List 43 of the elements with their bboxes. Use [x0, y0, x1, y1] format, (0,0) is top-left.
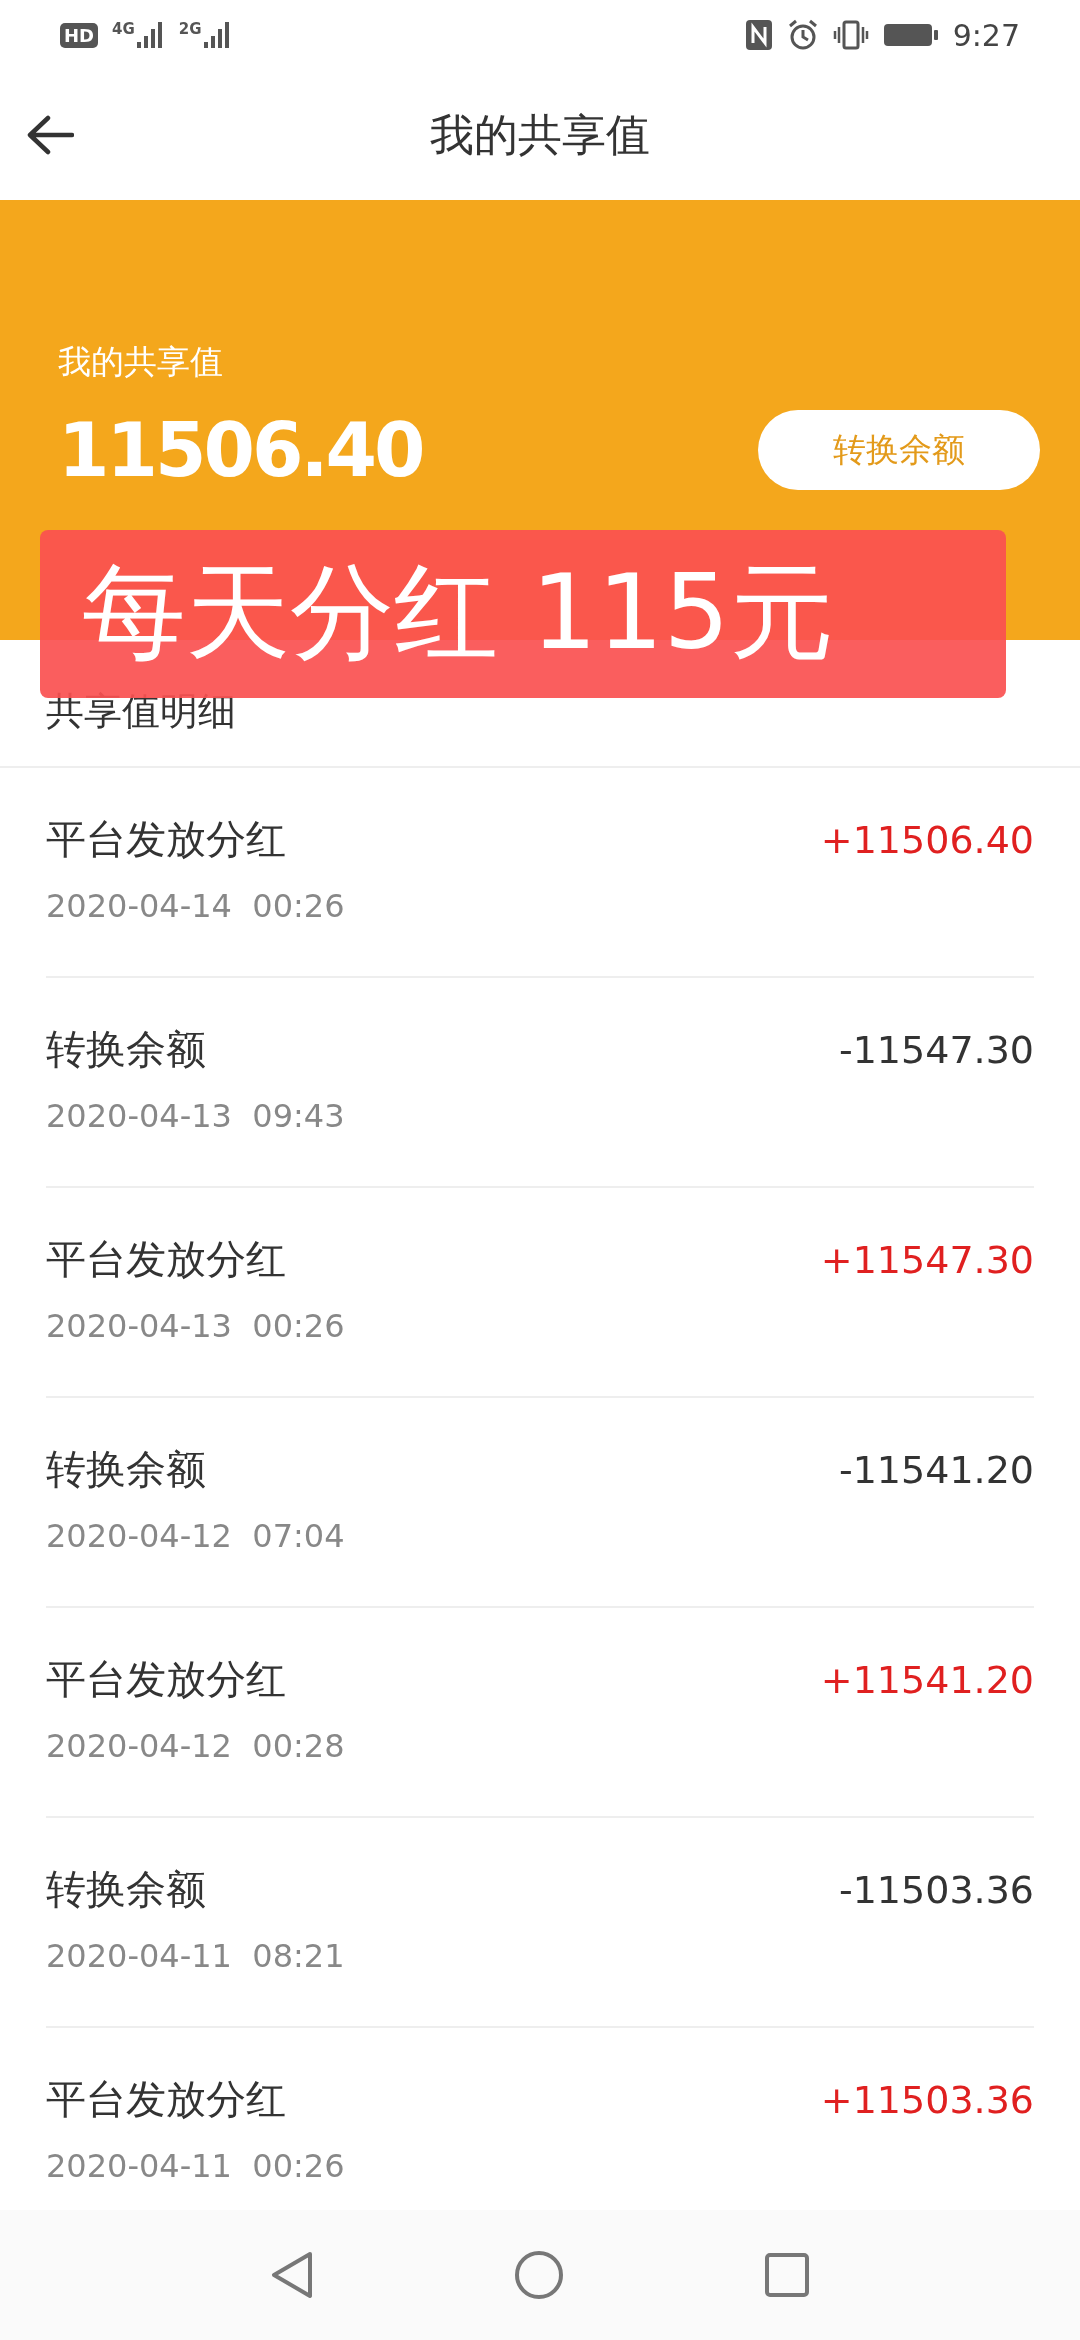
clock-time: 9:27 [952, 17, 1020, 53]
home-nav-button[interactable] [514, 2250, 564, 2300]
back-arrow-icon [26, 115, 74, 155]
circle-icon [514, 2250, 564, 2300]
nfc-icon [744, 19, 773, 51]
record-time: 2020-04-12 07:04 [46, 1517, 345, 1555]
convert-button[interactable]: 转换余额 [758, 410, 1040, 490]
record-title: 转换余额 [46, 1865, 207, 1914]
vibrate-icon [832, 19, 869, 51]
square-icon [764, 2252, 810, 2298]
record-amount: +11503.36 [820, 2078, 1034, 2122]
signal-icon [134, 20, 165, 50]
record-amount: +11547.30 [820, 1238, 1034, 1282]
network-label: 2G [178, 20, 202, 38]
record-time: 2020-04-13 09:43 [46, 1097, 345, 1135]
back-nav-button[interactable] [270, 2250, 314, 2300]
alarm-icon [786, 19, 819, 51]
record-time: 2020-04-14 00:26 [46, 887, 345, 925]
page-title: 我的共享值 [430, 107, 650, 162]
back-button[interactable] [26, 115, 74, 155]
record-amount: -11503.36 [838, 1868, 1034, 1912]
record-amount: -11541.20 [838, 1448, 1034, 1492]
record-amount: +11506.40 [820, 818, 1034, 862]
balance-value: 11506.40 [58, 407, 423, 493]
balance-label: 我的共享值 [58, 341, 224, 383]
record-title: 转换余额 [46, 1445, 207, 1494]
record-amount: +11541.20 [820, 1658, 1034, 1702]
record-title: 平台发放分红 [46, 2075, 287, 2124]
record-title: 转换余额 [46, 1025, 207, 1074]
record-time: 2020-04-11 08:21 [46, 1937, 345, 1975]
signal-icon [201, 20, 232, 50]
network-label: 4G [112, 20, 135, 38]
record-time: 2020-04-12 00:28 [46, 1727, 345, 1765]
hd-badge: HD [60, 22, 98, 48]
record-title: 平台发放分红 [46, 1655, 287, 1704]
battery-icon [882, 21, 939, 49]
record-title: 平台发放分红 [46, 815, 287, 864]
record-title: 平台发放分红 [46, 1235, 287, 1284]
record-time: 2020-04-11 00:26 [46, 2147, 345, 2185]
triangle-icon [270, 2250, 314, 2300]
recents-nav-button[interactable] [764, 2252, 810, 2298]
record-time: 2020-04-13 00:26 [46, 1307, 345, 1345]
record-amount: -11547.30 [838, 1028, 1034, 1072]
